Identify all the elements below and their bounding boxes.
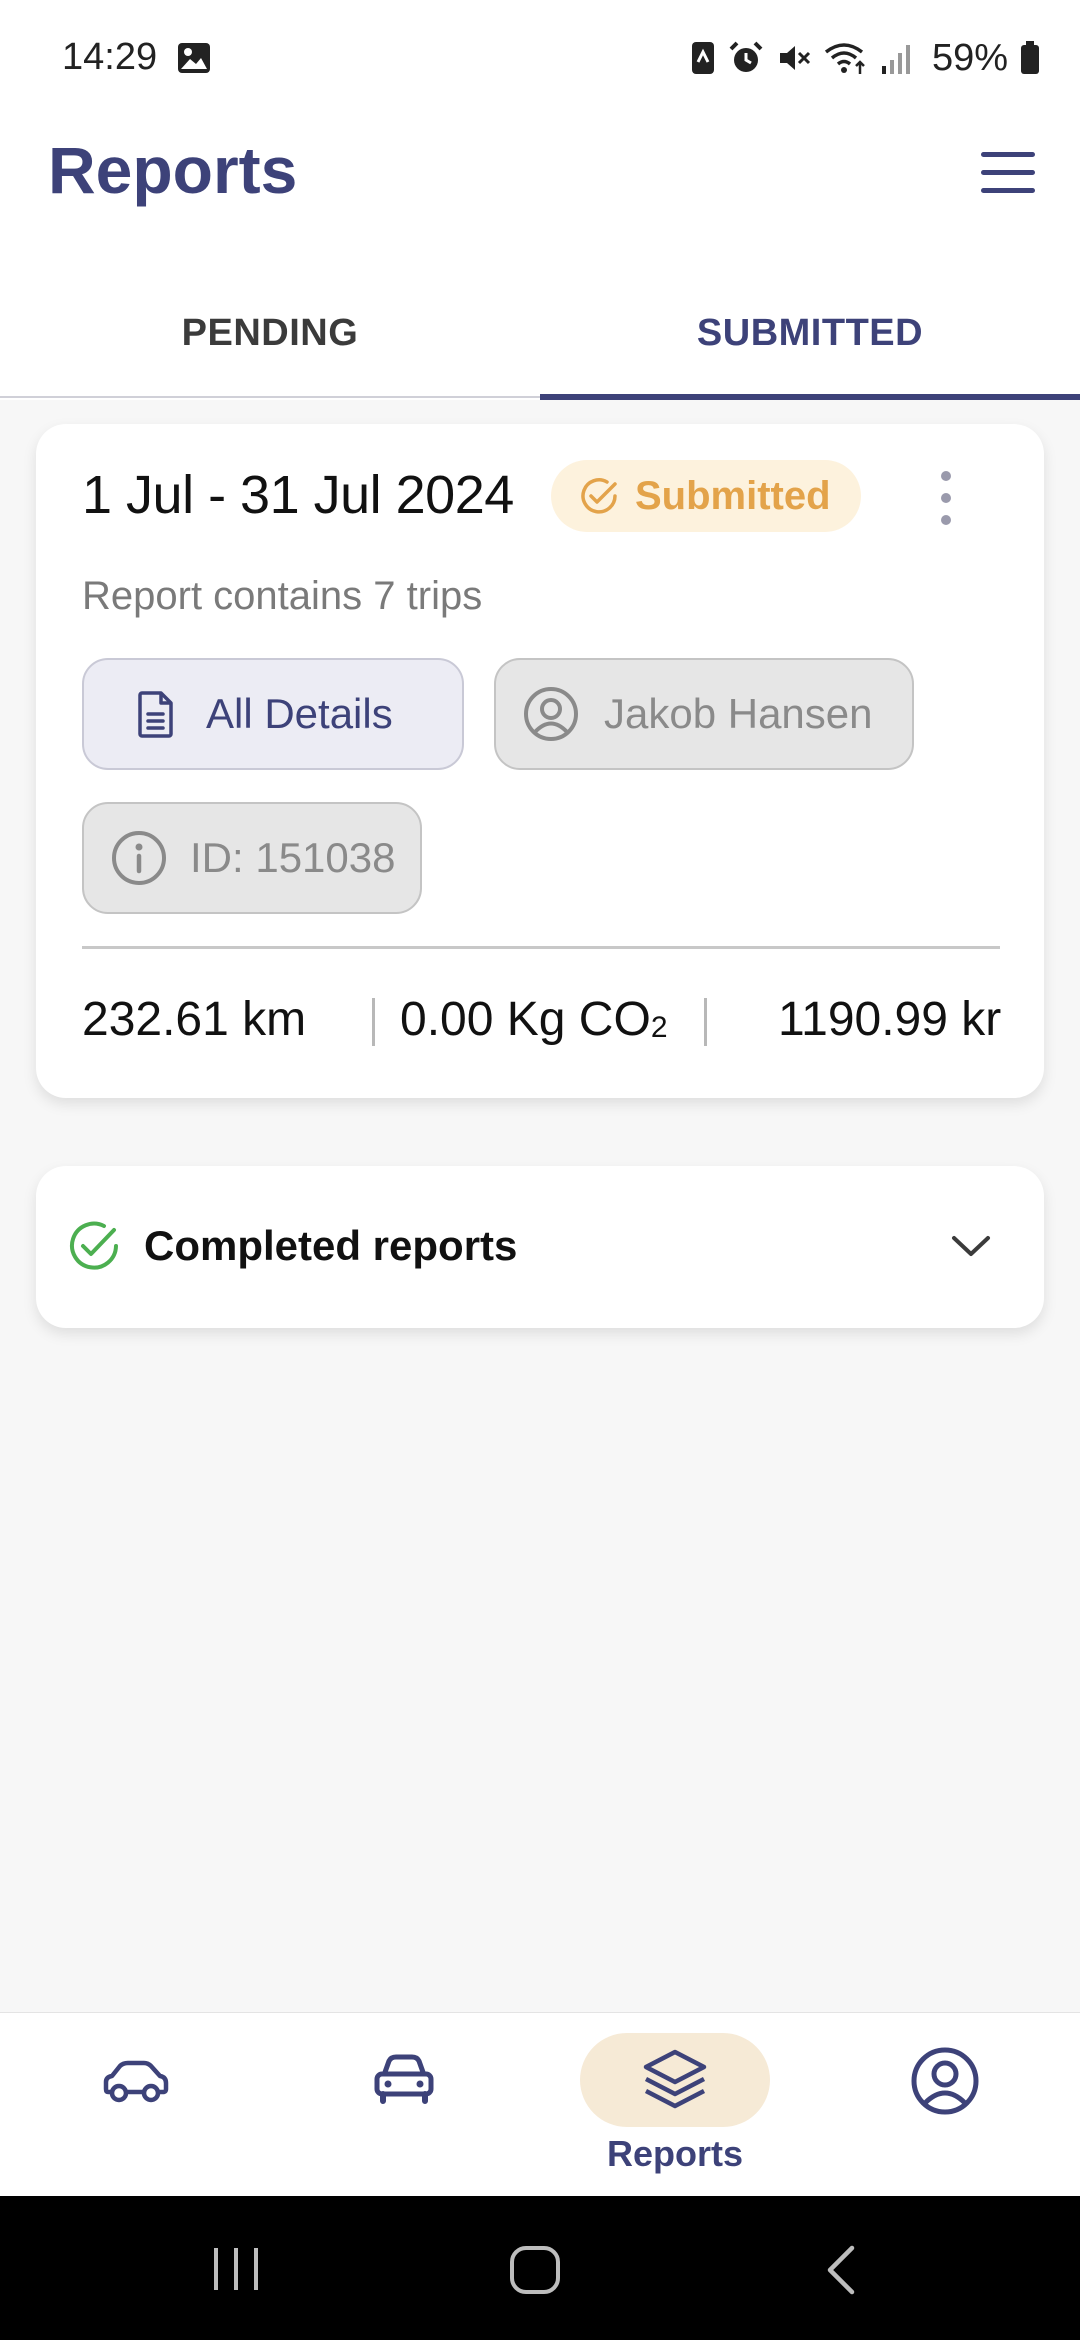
completed-reports-accordion[interactable]: Completed reports bbox=[36, 1166, 1044, 1328]
status-time: 14:29 bbox=[62, 36, 158, 78]
all-details-label: All Details bbox=[206, 690, 393, 737]
document-icon bbox=[138, 691, 173, 738]
nav-trips[interactable] bbox=[0, 2013, 270, 2197]
nav-reports-label: Reports bbox=[606, 2133, 744, 2174]
nav-reports[interactable]: Reports bbox=[540, 2013, 810, 2197]
car-outline-icon bbox=[103, 2060, 169, 2103]
back-icon[interactable] bbox=[818, 2242, 862, 2298]
status-badge: Submitted bbox=[551, 460, 861, 532]
status-icons: 59% bbox=[690, 34, 1040, 82]
alarm-icon bbox=[729, 41, 763, 72]
nav-vehicles[interactable] bbox=[270, 2013, 540, 2197]
stat-separator bbox=[372, 998, 375, 1046]
active-tab-indicator bbox=[540, 394, 1080, 400]
check-circle-icon bbox=[581, 478, 617, 514]
profile-icon bbox=[911, 2047, 979, 2115]
distance-stat: 232.61 km bbox=[82, 993, 307, 1046]
chevron-down-icon[interactable] bbox=[946, 1226, 996, 1266]
trips-count-text: Report contains 7 trips bbox=[82, 574, 483, 618]
recent-apps-icon[interactable] bbox=[206, 2244, 266, 2294]
wifi-icon bbox=[824, 43, 865, 74]
bottom-navigation: Reports bbox=[0, 2012, 1080, 2196]
nfc-icon bbox=[691, 42, 714, 74]
user-chip: Jakob Hansen bbox=[494, 658, 914, 770]
status-bar: 14:29 59% bbox=[0, 0, 1080, 116]
home-icon[interactable] bbox=[508, 2244, 564, 2296]
co2-stat: 0.00 Kg CO2 bbox=[400, 993, 668, 1046]
image-notification-icon bbox=[178, 43, 210, 73]
status-badge-label: Submitted bbox=[635, 473, 831, 518]
report-date-range: 1 Jul - 31 Jul 2024 bbox=[82, 465, 514, 525]
hamburger-menu-icon[interactable] bbox=[975, 140, 1041, 206]
tab-bar: PENDING SUBMITTED bbox=[0, 270, 1080, 400]
layers-icon bbox=[643, 2049, 707, 2109]
all-details-button[interactable]: All Details bbox=[82, 658, 464, 770]
card-divider bbox=[82, 946, 1000, 949]
user-name: Jakob Hansen bbox=[604, 690, 873, 737]
check-circle-icon bbox=[70, 1221, 118, 1270]
report-card[interactable]: 1 Jul - 31 Jul 2024 Submitted Report con… bbox=[36, 424, 1044, 1098]
stat-separator bbox=[704, 998, 707, 1046]
tab-pending[interactable]: PENDING bbox=[0, 270, 540, 396]
car-front-icon bbox=[374, 2054, 434, 2104]
more-options-icon[interactable] bbox=[926, 466, 966, 530]
user-circle-icon bbox=[524, 687, 578, 741]
report-id-chip: ID: 151038 bbox=[82, 802, 422, 914]
tab-submitted[interactable]: SUBMITTED bbox=[540, 270, 1080, 396]
battery-percentage: 59% bbox=[931, 36, 1008, 79]
page-title: Reports bbox=[48, 133, 298, 207]
system-navigation-bar bbox=[0, 2196, 1080, 2340]
completed-reports-label: Completed reports bbox=[144, 1222, 518, 1269]
nav-profile[interactable] bbox=[810, 2013, 1080, 2197]
mute-icon bbox=[779, 46, 810, 70]
cost-stat: 1190.99 kr bbox=[778, 993, 1002, 1046]
signal-icon bbox=[881, 45, 910, 74]
battery-icon bbox=[1021, 41, 1039, 74]
report-id: ID: 151038 bbox=[190, 834, 396, 881]
info-icon bbox=[112, 831, 166, 885]
